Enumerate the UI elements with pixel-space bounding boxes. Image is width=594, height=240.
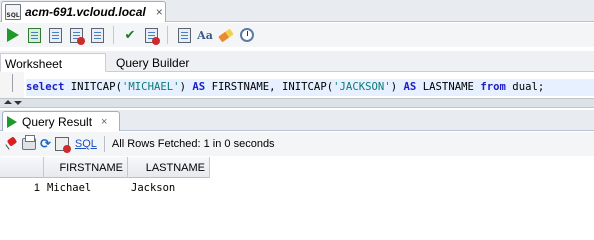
worksheet-subtabs: Worksheet Query Builder: [0, 51, 594, 72]
sql-token: AS: [403, 81, 417, 93]
sql-editor[interactable]: select INITCAP('MICHAEL') AS FIRSTNAME, …: [0, 72, 594, 98]
sql-token: ): [390, 81, 404, 93]
cancel-icon[interactable]: [54, 137, 71, 153]
worksheet-toolbar: ✔ Aa: [0, 23, 594, 47]
close-icon[interactable]: ×: [101, 116, 107, 128]
refresh-icon[interactable]: ⟳: [40, 137, 51, 152]
toolbar-separator: [113, 26, 114, 44]
clear-icon: [218, 28, 234, 42]
sql-tuning-icon: [177, 27, 191, 43]
explain-plan-button[interactable]: ✔: [121, 26, 139, 44]
column-header-lastname[interactable]: LASTNAME: [128, 157, 210, 178]
autotrace-button[interactable]: [142, 26, 160, 45]
cell-lastname[interactable]: Jackson: [128, 179, 210, 197]
sql-token: 'MICHAEL': [121, 81, 180, 93]
tab-query-builder[interactable]: Query Builder: [112, 53, 195, 72]
pane-splitter[interactable]: [0, 98, 594, 108]
results-tab-strip: Query Result ×: [0, 110, 594, 131]
toolbar-separator: [103, 136, 105, 152]
explain-plan-icon: ✔: [124, 27, 136, 43]
unshared-sql-button[interactable]: [88, 26, 106, 44]
rollback-button[interactable]: [67, 26, 85, 45]
sql-token: ): [179, 81, 193, 93]
grid-header: FIRSTNAME LASTNAME: [0, 157, 210, 178]
sql-tuning-button[interactable]: [175, 26, 193, 44]
print-icon[interactable]: [22, 135, 36, 150]
fetch-status: All Rows Fetched: 1 in 0 seconds: [111, 138, 275, 150]
query-result-label: Query Result: [22, 114, 93, 129]
sql-link[interactable]: SQL: [75, 138, 97, 150]
rollback-icon: [69, 27, 85, 45]
autotrace-icon: [144, 27, 160, 45]
tab-worksheet[interactable]: Worksheet: [0, 53, 106, 72]
row-number-header: [0, 157, 44, 178]
sql-code-line[interactable]: select INITCAP('MICHAEL') AS FIRSTNAME, …: [26, 79, 594, 96]
sql-file-icon: SQL: [5, 4, 21, 20]
run-script-button[interactable]: [25, 26, 43, 44]
unshared-sql-icon: [90, 27, 104, 43]
close-icon[interactable]: ×: [156, 5, 163, 19]
sql-history-icon: [240, 28, 254, 42]
run-statement-button[interactable]: [4, 26, 22, 44]
sql-token: dual;: [505, 81, 545, 93]
document-tab-title: acm-691.vcloud.local: [25, 5, 146, 19]
commit-button[interactable]: [46, 26, 64, 44]
sql-history-button[interactable]: [238, 26, 256, 44]
sql-token: select: [26, 81, 65, 93]
to-upper-case-button[interactable]: Aa: [196, 26, 214, 44]
collapse-down-icon[interactable]: [14, 101, 22, 105]
to-upper-case-icon: Aa: [197, 28, 213, 42]
editor-gutter: [0, 72, 24, 98]
document-tab[interactable]: SQL acm-691.vcloud.local ×: [1, 1, 166, 22]
query-result-icon: [7, 115, 17, 128]
sql-token: 'JACKSON': [333, 81, 391, 93]
results-toolbar: ⟳ SQL All Rows Fetched: 1 in 0 seconds: [0, 132, 594, 156]
sql-token: from: [480, 81, 506, 93]
tab-query-result[interactable]: Query Result ×: [2, 111, 120, 131]
document-tab-strip: SQL acm-691.vcloud.local ×: [0, 0, 594, 22]
column-header-firstname[interactable]: FIRSTNAME: [44, 157, 128, 178]
sql-token: LASTNAME: [416, 81, 481, 93]
sql-token: INITCAP(: [64, 81, 122, 93]
pin-icon[interactable]: [6, 138, 18, 150]
sql-token: FIRSTNAME, INITCAP(: [205, 81, 334, 93]
row-number: 1: [33, 182, 40, 194]
collapse-up-icon[interactable]: [4, 100, 12, 104]
table-row[interactable]: 1 Michael Jackson: [0, 179, 210, 197]
run-script-icon: [27, 27, 41, 43]
toolbar-separator: [167, 26, 168, 44]
cell-firstname[interactable]: Michael: [44, 179, 128, 197]
result-grid[interactable]: FIRSTNAME LASTNAME 1 Michael Jackson: [0, 157, 594, 208]
sql-token: AS: [192, 81, 206, 93]
commit-icon: [48, 27, 62, 43]
clear-button[interactable]: [217, 26, 235, 44]
run-statement-icon: [7, 28, 19, 42]
